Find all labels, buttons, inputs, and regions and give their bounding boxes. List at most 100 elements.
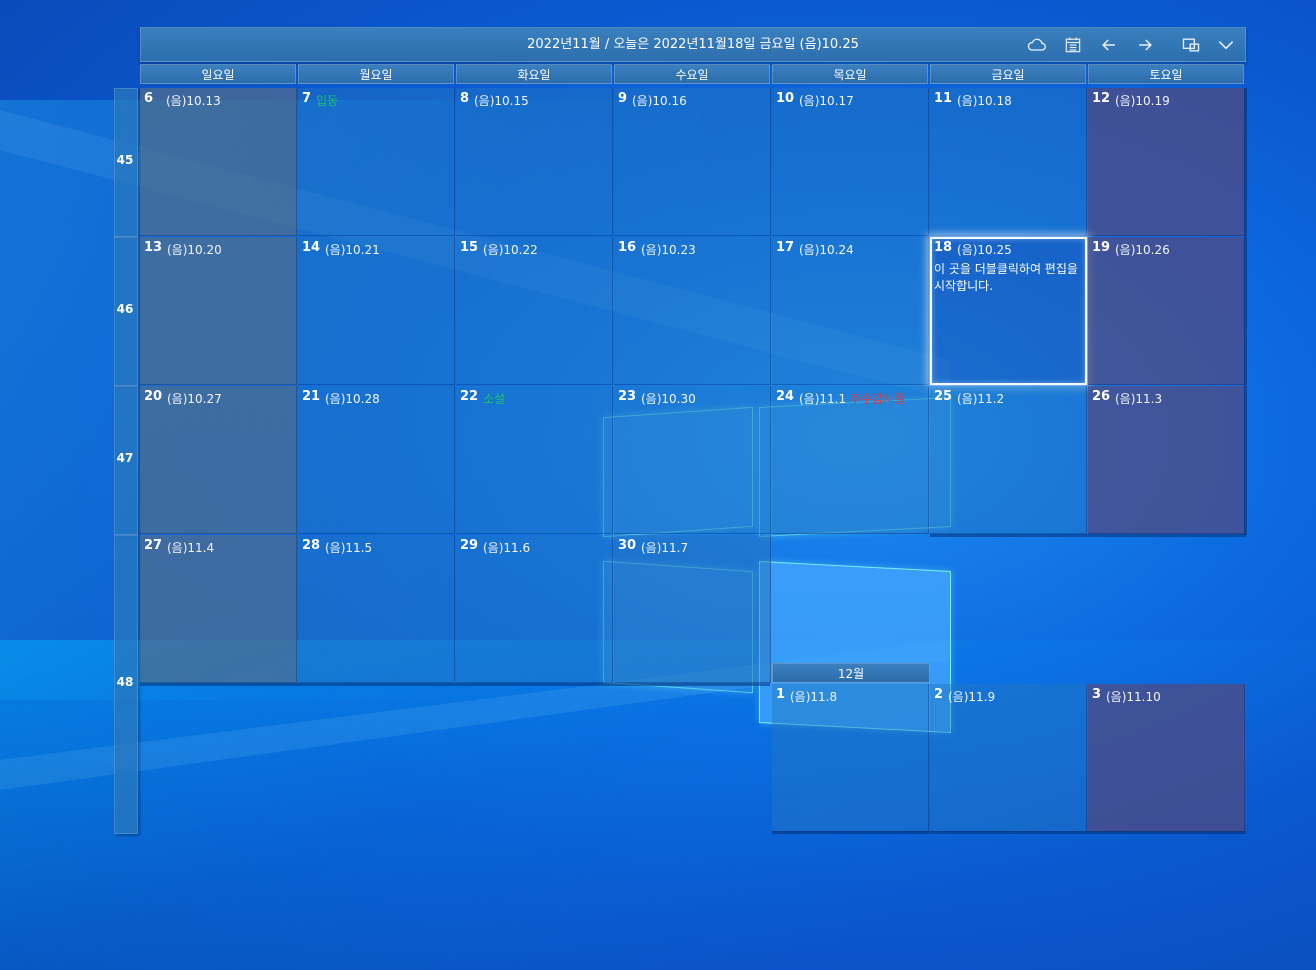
lunar-date: (음)10.24 xyxy=(799,243,854,257)
day-number: 27 xyxy=(144,538,163,553)
weekday-sat: 토요일 xyxy=(1088,64,1244,84)
arrow-right-icon[interactable] xyxy=(1133,33,1157,57)
day-cell[interactable]: 16 (음)10.23 xyxy=(614,237,771,385)
lunar-date: (음)11.8 xyxy=(790,690,838,704)
grid-shadow xyxy=(140,683,770,686)
day-cell[interactable]: 19 (음)10.26 xyxy=(1088,237,1245,385)
day-number: 22 xyxy=(460,389,479,404)
day-cell[interactable]: 29 (음)11.6 xyxy=(456,535,613,683)
calendar-icon[interactable] xyxy=(1061,33,1085,57)
day-cell[interactable]: 14 (음)10.21 xyxy=(298,237,455,385)
lunar-date: (음)10.28 xyxy=(325,392,380,406)
day-cell[interactable]: 13 (음)10.20 xyxy=(140,237,297,385)
day-number: 12 xyxy=(1092,91,1111,106)
day-number: 26 xyxy=(1092,389,1111,404)
week-number: 46 xyxy=(116,302,134,316)
grid-shadow xyxy=(930,534,1246,537)
lunar-date: (음)11.6 xyxy=(483,541,531,555)
lunar-date: (음)10.20 xyxy=(167,243,222,257)
lunar-date: (음)10.22 xyxy=(483,243,538,257)
day-number: 8 xyxy=(460,91,470,106)
day-cell[interactable]: 17 (음)10.24 xyxy=(772,237,929,385)
day-number: 9 xyxy=(618,91,628,106)
lunar-date: (음)11.2 xyxy=(957,392,1005,406)
weekday-row: 일요일 월요일 화요일 수요일 목요일 금요일 토요일 xyxy=(140,64,1244,84)
day-cell-next-month[interactable]: 3 (음)11.10 xyxy=(1088,684,1245,832)
week-number: 45 xyxy=(116,153,134,167)
lunar-date: (음)10.19 xyxy=(1115,94,1170,108)
day-number: 13 xyxy=(144,240,163,255)
day-cell[interactable]: 8 (음)10.15 xyxy=(456,88,613,236)
day-cell[interactable]: 24 (음)11.1 추수감사절 xyxy=(772,386,929,534)
lunar-date: (음)10.17 xyxy=(799,94,854,108)
day-number: 21 xyxy=(302,389,321,404)
weekday-mon: 월요일 xyxy=(298,64,454,84)
day-number: 15 xyxy=(460,240,479,255)
grid-shadow xyxy=(1244,88,1247,535)
weekday-thu: 목요일 xyxy=(772,64,928,84)
day-number: 28 xyxy=(302,538,321,553)
day-cell[interactable]: 28 (음)11.5 xyxy=(298,535,455,683)
day-number: 16 xyxy=(618,240,637,255)
day-number: 30 xyxy=(618,538,637,553)
arrow-left-icon[interactable] xyxy=(1097,33,1121,57)
lunar-date: (음)11.1 xyxy=(799,392,847,406)
day-number: 23 xyxy=(618,389,637,404)
day-cell[interactable]: 26 (음)11.3 xyxy=(1088,386,1245,534)
day-number: 6 xyxy=(144,91,154,106)
grid-shadow xyxy=(772,831,1246,834)
lunar-date: (음)10.23 xyxy=(641,243,696,257)
weekday-fri: 금요일 xyxy=(930,64,1086,84)
lunar-date: (음)10.25 xyxy=(957,243,1012,257)
week-number: 47 xyxy=(116,451,134,465)
lunar-date: (음)10.27 xyxy=(167,392,222,406)
day-cell[interactable]: 15 (음)10.22 xyxy=(456,237,613,385)
day-cell-next-month[interactable]: 2 (음)11.9 xyxy=(930,684,1087,832)
day-cell[interactable]: 25 (음)11.2 xyxy=(930,386,1087,534)
day-cell[interactable]: 27 (음)11.4 xyxy=(140,535,297,683)
lunar-date: (음)10.13 xyxy=(166,94,221,108)
lunar-date: (음)10.26 xyxy=(1115,243,1170,257)
memo-placeholder[interactable]: 이 곳을 더블클릭하여 편집을 시작합니다. xyxy=(934,261,1081,295)
holiday-label: 소설 xyxy=(483,392,506,406)
window-resize-icon[interactable] xyxy=(1179,33,1203,57)
day-cell[interactable]: 21 (음)10.28 xyxy=(298,386,455,534)
day-cell[interactable]: 10 (음)10.17 xyxy=(772,88,929,236)
day-number: 3 xyxy=(1092,687,1102,702)
cloud-icon[interactable] xyxy=(1025,33,1049,57)
calendar-header: 2022년11월 / 오늘은 2022년11월18일 금요일 (음)10.25 xyxy=(140,27,1246,62)
day-number: 25 xyxy=(934,389,953,404)
day-number: 19 xyxy=(1092,240,1111,255)
lunar-date: (음)10.16 xyxy=(632,94,687,108)
chevron-down-icon[interactable] xyxy=(1214,33,1238,57)
day-number: 24 xyxy=(776,389,795,404)
lunar-date: (음)10.18 xyxy=(957,94,1012,108)
day-cell[interactable]: 9 (음)10.16 xyxy=(614,88,771,236)
day-cell[interactable]: 7 입동 xyxy=(298,88,455,236)
weekday-sun: 일요일 xyxy=(140,64,296,84)
lunar-date: (음)11.4 xyxy=(167,541,215,555)
day-cell[interactable]: 30 (음)11.7 xyxy=(614,535,771,683)
day-number: 18 xyxy=(934,240,953,255)
lunar-date: (음)10.15 xyxy=(474,94,529,108)
day-cell[interactable]: 20 (음)10.27 xyxy=(140,386,297,534)
day-cell[interactable]: 22 소설 xyxy=(456,386,613,534)
day-number: 17 xyxy=(776,240,795,255)
event-label: 추수감사절 xyxy=(850,392,906,406)
holiday-label: 입동 xyxy=(316,94,339,108)
day-cell-today[interactable]: 18 (음)10.25 이 곳을 더블클릭하여 편집을 시작합니다. xyxy=(930,237,1087,385)
week-number: 48 xyxy=(116,675,134,689)
day-cell[interactable]: 23 (음)10.30 xyxy=(614,386,771,534)
day-cell-next-month[interactable]: 1 (음)11.8 xyxy=(772,684,929,832)
header-title: 2022년11월 / 오늘은 2022년11월18일 금요일 (음)10.25 xyxy=(527,37,859,52)
day-cell[interactable]: 6 (음)10.13 xyxy=(140,88,297,236)
lunar-date: (음)10.21 xyxy=(325,243,380,257)
weekday-wed: 수요일 xyxy=(614,64,770,84)
day-number: 11 xyxy=(934,91,953,106)
day-cell[interactable]: 11 (음)10.18 xyxy=(930,88,1087,236)
day-number: 1 xyxy=(776,687,786,702)
weekday-tue: 화요일 xyxy=(456,64,612,84)
lunar-date: (음)10.30 xyxy=(641,392,696,406)
lunar-date: (음)11.5 xyxy=(325,541,373,555)
day-cell[interactable]: 12 (음)10.19 xyxy=(1088,88,1245,236)
